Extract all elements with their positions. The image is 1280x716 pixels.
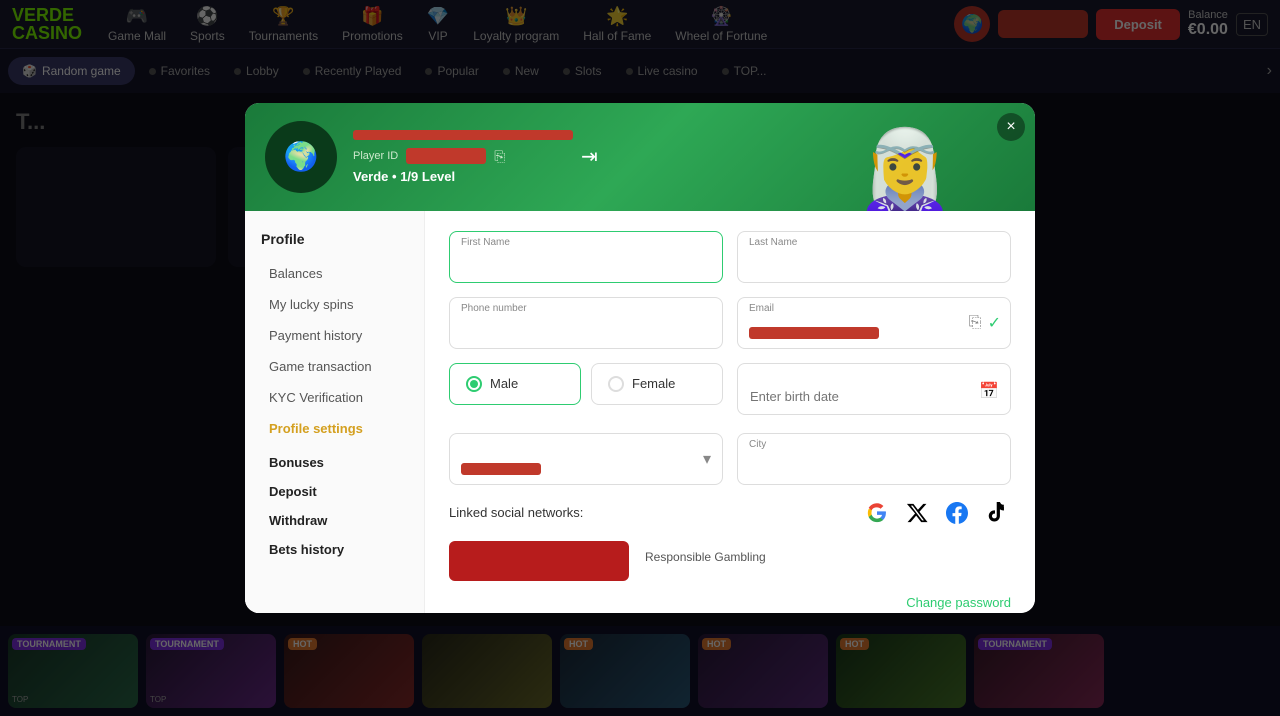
city-label: City	[749, 439, 766, 450]
social-icons	[863, 499, 1011, 527]
gender-birth-row: Male Female 📅	[449, 363, 1011, 419]
player-id-row: Player ID ⎘	[353, 148, 573, 165]
sidebar-item-kyc[interactable]: KYC Verification	[261, 383, 408, 412]
close-modal-button[interactable]: ×	[997, 113, 1025, 141]
facebook-icon[interactable]	[943, 499, 971, 527]
tiktok-icon[interactable]	[983, 499, 1011, 527]
city-input[interactable]	[737, 433, 1011, 485]
social-networks-row: Linked social networks:	[449, 499, 1011, 527]
copy-icon[interactable]: ⎘	[494, 148, 505, 165]
sidebar-item-profile-settings[interactable]: Profile settings	[261, 414, 408, 443]
modal-body: Profile Balances My lucky spins Payment …	[245, 211, 1035, 613]
country-select[interactable]	[449, 433, 723, 485]
sidebar-item-game-transaction[interactable]: Game transaction	[261, 352, 408, 381]
phone-group: Phone number	[449, 297, 723, 349]
character-illustration: 🧝‍♀️	[855, 131, 955, 211]
female-label: Female	[632, 376, 675, 391]
email-redacted-bar	[749, 327, 879, 339]
player-avatar: 🌍	[265, 121, 337, 193]
twitter-x-icon[interactable]	[903, 499, 931, 527]
male-radio-circle	[466, 376, 482, 392]
xp-bar	[353, 130, 573, 140]
country-group: Country of residence	[449, 433, 723, 485]
female-radio[interactable]: Female	[591, 363, 723, 405]
sidebar-item-payment-history[interactable]: Payment history	[261, 321, 408, 350]
google-icon[interactable]	[863, 499, 891, 527]
country-redacted-bar	[461, 463, 541, 475]
change-password-row: Change password	[449, 595, 1011, 610]
name-row: First Name Last Name	[449, 231, 1011, 283]
player-id-value	[406, 148, 486, 164]
sidebar-group-withdraw[interactable]: Withdraw	[261, 503, 408, 532]
profile-modal: 🌍 Player ID ⎘ Verde • 1/9 Level ⇥ 🧝‍♀️ ×…	[245, 103, 1035, 613]
last-name-label: Last Name	[749, 237, 797, 248]
gender-group: Male Female	[449, 363, 723, 405]
modal-overlay: 🌍 Player ID ⎘ Verde • 1/9 Level ⇥ 🧝‍♀️ ×…	[0, 0, 1280, 716]
player-level: Verde • 1/9 Level	[353, 169, 573, 184]
modal-form: First Name Last Name Phone number	[425, 211, 1035, 613]
male-label: Male	[490, 376, 518, 391]
sidebar-group-bonuses[interactable]: Bonuses	[261, 445, 408, 474]
calendar-icon[interactable]: 📅	[979, 381, 999, 401]
country-city-row: Country of residence City	[449, 433, 1011, 485]
sidebar-group-bets[interactable]: Bets history	[261, 532, 408, 561]
sidebar-group-deposit[interactable]: Deposit	[261, 474, 408, 503]
email-action-icons: ⎘ ✓	[969, 313, 1001, 333]
male-radio[interactable]: Male	[449, 363, 581, 405]
first-name-label: First Name	[461, 237, 510, 248]
modal-header: 🌍 Player ID ⎘ Verde • 1/9 Level ⇥ 🧝‍♀️ ×	[245, 103, 1035, 211]
save-bar-placeholder	[449, 541, 629, 581]
logout-icon[interactable]: ⇥	[581, 144, 598, 169]
birth-date-group: 📅	[737, 363, 1011, 419]
email-group: Email ⎘ ✓	[737, 297, 1011, 349]
modal-sidebar: Profile Balances My lucky spins Payment …	[245, 211, 425, 613]
player-info: Player ID ⎘ Verde • 1/9 Level	[353, 130, 573, 184]
sidebar-item-balances[interactable]: Balances	[261, 259, 408, 288]
email-copy-icon[interactable]: ⎘	[969, 314, 982, 332]
phone-email-row: Phone number Email ⎘ ✓	[449, 297, 1011, 349]
sidebar-item-lucky-spins[interactable]: My lucky spins	[261, 290, 408, 319]
email-verify-icon: ✓	[988, 313, 1001, 333]
birth-date-input[interactable]	[737, 363, 1011, 415]
first-name-group: First Name	[449, 231, 723, 283]
female-radio-circle	[608, 376, 624, 392]
social-label: Linked social networks:	[449, 505, 583, 520]
change-password-link[interactable]: Change password	[906, 595, 1011, 610]
save-responsible-row: Responsible Gambling	[449, 541, 1011, 587]
sidebar-profile-title: Profile	[261, 231, 408, 247]
city-group: City	[737, 433, 1011, 485]
email-label: Email	[749, 303, 774, 314]
responsible-gambling-link[interactable]: Responsible Gambling	[645, 550, 766, 564]
player-id-label: Player ID	[353, 150, 398, 162]
last-name-group: Last Name	[737, 231, 1011, 283]
phone-label: Phone number	[461, 303, 527, 314]
